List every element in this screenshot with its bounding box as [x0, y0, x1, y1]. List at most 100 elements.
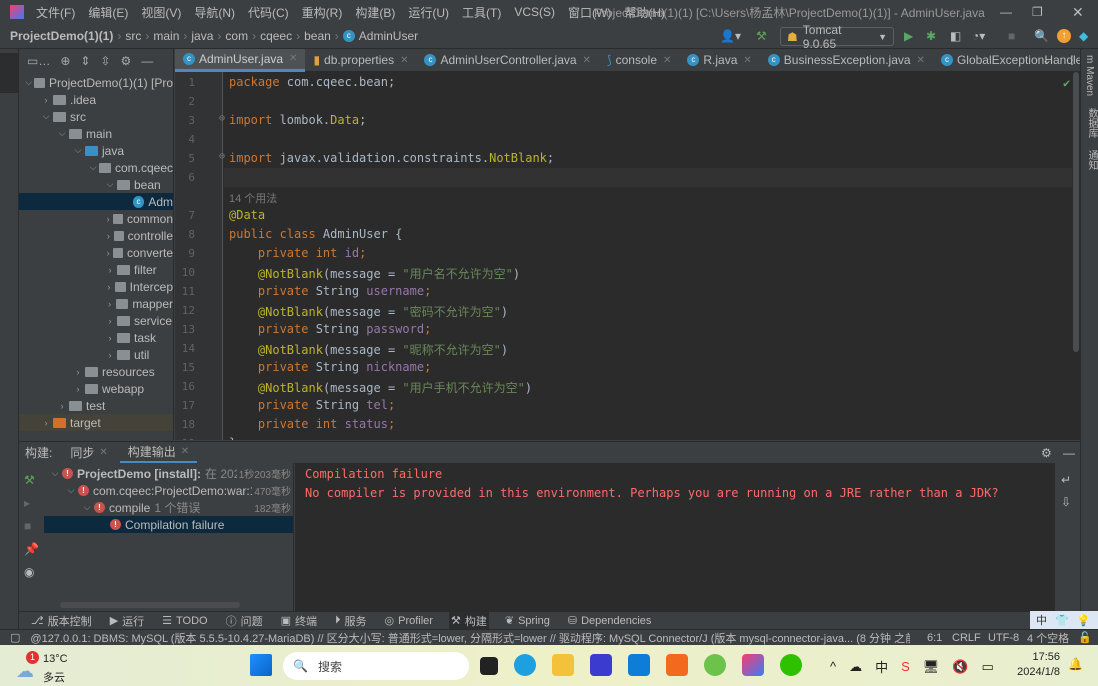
close-tab-icon[interactable]: ✕ [583, 55, 591, 66]
gear-icon[interactable]: ⚙ [121, 54, 132, 68]
menu-item[interactable]: 导航(N) [194, 4, 235, 21]
breadcrumb-item[interactable]: AdminUser [359, 29, 418, 43]
menu-item[interactable]: VCS(S) [514, 5, 555, 19]
task-view-icon[interactable] [480, 657, 498, 675]
chevron-down-icon[interactable]: ⌵ [39, 111, 53, 122]
code-editor[interactable]: 12345678910111213141516171819 ✔ package … [175, 72, 1072, 440]
tool-tab[interactable]: ◎ Profiler [383, 612, 435, 630]
chevron-down-icon[interactable]: ⌵ [80, 502, 94, 513]
tree-item[interactable]: ⌵ ProjectDemo(1)(1) [Pro [19, 74, 173, 91]
navicat-icon[interactable] [704, 654, 726, 676]
tree-item[interactable]: › controlle [19, 227, 173, 244]
visual-studio-icon[interactable] [590, 654, 612, 676]
profile-icon[interactable]: ◔▾ [972, 29, 985, 43]
tree-item[interactable]: › target [19, 414, 173, 431]
build-tree-scrollbar[interactable] [60, 602, 240, 608]
chevron-right-icon[interactable]: › [39, 95, 53, 105]
tree-item[interactable]: › service [19, 312, 173, 329]
tree-item[interactable]: › test [19, 397, 173, 414]
menu-item[interactable]: 工具(T) [462, 4, 501, 21]
start-icon[interactable] [250, 654, 272, 676]
chevron-down-icon[interactable]: ⌵ [103, 179, 117, 190]
user-icon[interactable]: 👤▾ [720, 29, 741, 43]
tree-item[interactable]: › Intercep [19, 278, 173, 295]
build-tab[interactable]: 同步 ✕ [62, 442, 115, 463]
build-tree-item[interactable]: ⌵! compile 1 个错误 182毫秒 [44, 499, 293, 516]
rebuild-icon[interactable]: ⚒ [24, 469, 44, 492]
chevron-down-icon[interactable]: ⌵ [64, 485, 78, 496]
database-tool-button[interactable]: 数据库 [1081, 102, 1098, 144]
chevron-right-icon[interactable]: › [103, 231, 114, 241]
chevron-right-icon[interactable]: › [103, 248, 113, 258]
toggle-tool-windows-icon[interactable]: ▢ [10, 631, 20, 644]
onedrive-icon[interactable]: ☁ [849, 659, 862, 675]
coverage-icon[interactable]: ◧ [950, 29, 961, 43]
hide-icon[interactable]: — [141, 54, 153, 68]
intellij-icon[interactable] [742, 654, 764, 676]
breadcrumb-item[interactable]: com [225, 29, 248, 43]
structure-tool-button[interactable] [0, 569, 19, 599]
tree-item[interactable]: › task [19, 329, 173, 346]
editor-tab[interactable]: c AdminUser.java ✕ [175, 48, 306, 72]
breadcrumb-item[interactable]: src [125, 29, 141, 43]
editor-tab[interactable]: c AdminUserController.java ✕ [416, 49, 598, 72]
breadcrumb-item[interactable]: main [153, 29, 179, 43]
more-icon[interactable]: ⋮ [1066, 53, 1078, 67]
notifications-tool-button[interactable]: 通知 [1081, 144, 1098, 176]
menu-item[interactable]: 重构(R) [302, 4, 343, 21]
tree-item[interactable]: ⌵ src [19, 108, 173, 125]
pin-icon[interactable]: 📌 [24, 538, 44, 561]
editor-tab[interactable]: ⟆ console ✕ [599, 49, 679, 72]
search-icon[interactable]: 🔍 [1034, 29, 1049, 43]
tree-item[interactable]: ⌵ java [19, 142, 173, 159]
build-tab[interactable]: 构建输出 ✕ [119, 442, 198, 463]
network-icon[interactable]: 🖥 [923, 659, 940, 675]
stop-icon[interactable]: ■ [1008, 29, 1015, 43]
build-tree-item[interactable]: ⌵! com.cqeec:ProjectDemo:war:1.0- 470毫秒 [44, 482, 293, 499]
eye-icon[interactable]: ◉ [24, 561, 44, 584]
chevron-down-icon[interactable]: ⌵ [23, 77, 34, 88]
tree-item[interactable]: c Adm [19, 193, 173, 210]
close-button[interactable]: ✕ [1072, 4, 1084, 21]
hide-panel-icon[interactable]: — [1063, 446, 1075, 460]
battery-icon[interactable]: ▭ [982, 659, 994, 675]
tree-item[interactable]: › util [19, 346, 173, 363]
filter-icon[interactable]: ▸ [24, 492, 44, 515]
tool-tab[interactable]: ⚒ 构建 [448, 611, 489, 630]
breadcrumb-item[interactable]: cqeec [260, 29, 292, 43]
minimize-button[interactable]: — [1000, 5, 1012, 19]
editor-scrollbar[interactable] [1072, 72, 1080, 440]
file-explorer-icon[interactable] [552, 654, 574, 676]
locate-icon[interactable]: ⊕ [60, 54, 70, 68]
chevron-right-icon[interactable]: › [71, 367, 85, 377]
chevron-right-icon[interactable]: › [103, 282, 115, 292]
tray-ime[interactable]: 中 [875, 657, 888, 676]
breadcrumb-item[interactable]: bean [304, 29, 331, 43]
wechat-icon[interactable] [780, 654, 802, 676]
editor-tab[interactable]: c R.java ✕ [679, 49, 759, 72]
tree-item[interactable]: › webapp [19, 380, 173, 397]
run-icon[interactable]: ▶ [904, 29, 913, 43]
tree-item[interactable]: ⌵ com.cqeec [19, 159, 173, 176]
editor-tab[interactable]: c BusinessException.java ✕ [760, 49, 933, 72]
tree-item[interactable]: › mapper [19, 295, 173, 312]
tree-item[interactable]: › resources [19, 363, 173, 380]
chevron-down-icon[interactable]: ⌵ [71, 145, 85, 156]
tree-item[interactable]: ⌵ main [19, 125, 173, 142]
chevron-right-icon[interactable]: › [103, 265, 117, 275]
menu-item[interactable]: 编辑(E) [88, 4, 128, 21]
debug-icon[interactable]: ✱ [926, 29, 936, 43]
chevron-right-icon[interactable]: › [55, 401, 69, 411]
tabs-dropdown-icon[interactable]: ⌄ [1042, 53, 1052, 67]
chevron-right-icon[interactable]: › [71, 384, 85, 394]
usages-hint[interactable]: 14 个用法 [229, 190, 277, 206]
tool-tab[interactable]: ⏵ 服务 [333, 612, 369, 630]
tool-tab[interactable]: ▶ 运行 [108, 612, 146, 630]
menu-item[interactable]: 视图(V) [141, 4, 181, 21]
cortana-icon[interactable] [628, 654, 650, 676]
menu-item[interactable]: 构建(B) [355, 4, 395, 21]
tree-item[interactable]: › filter [19, 261, 173, 278]
close-tab-icon[interactable]: ✕ [289, 53, 297, 64]
chevron-down-icon[interactable]: ⌵ [48, 468, 62, 479]
menu-item[interactable]: 代码(C) [248, 4, 289, 21]
